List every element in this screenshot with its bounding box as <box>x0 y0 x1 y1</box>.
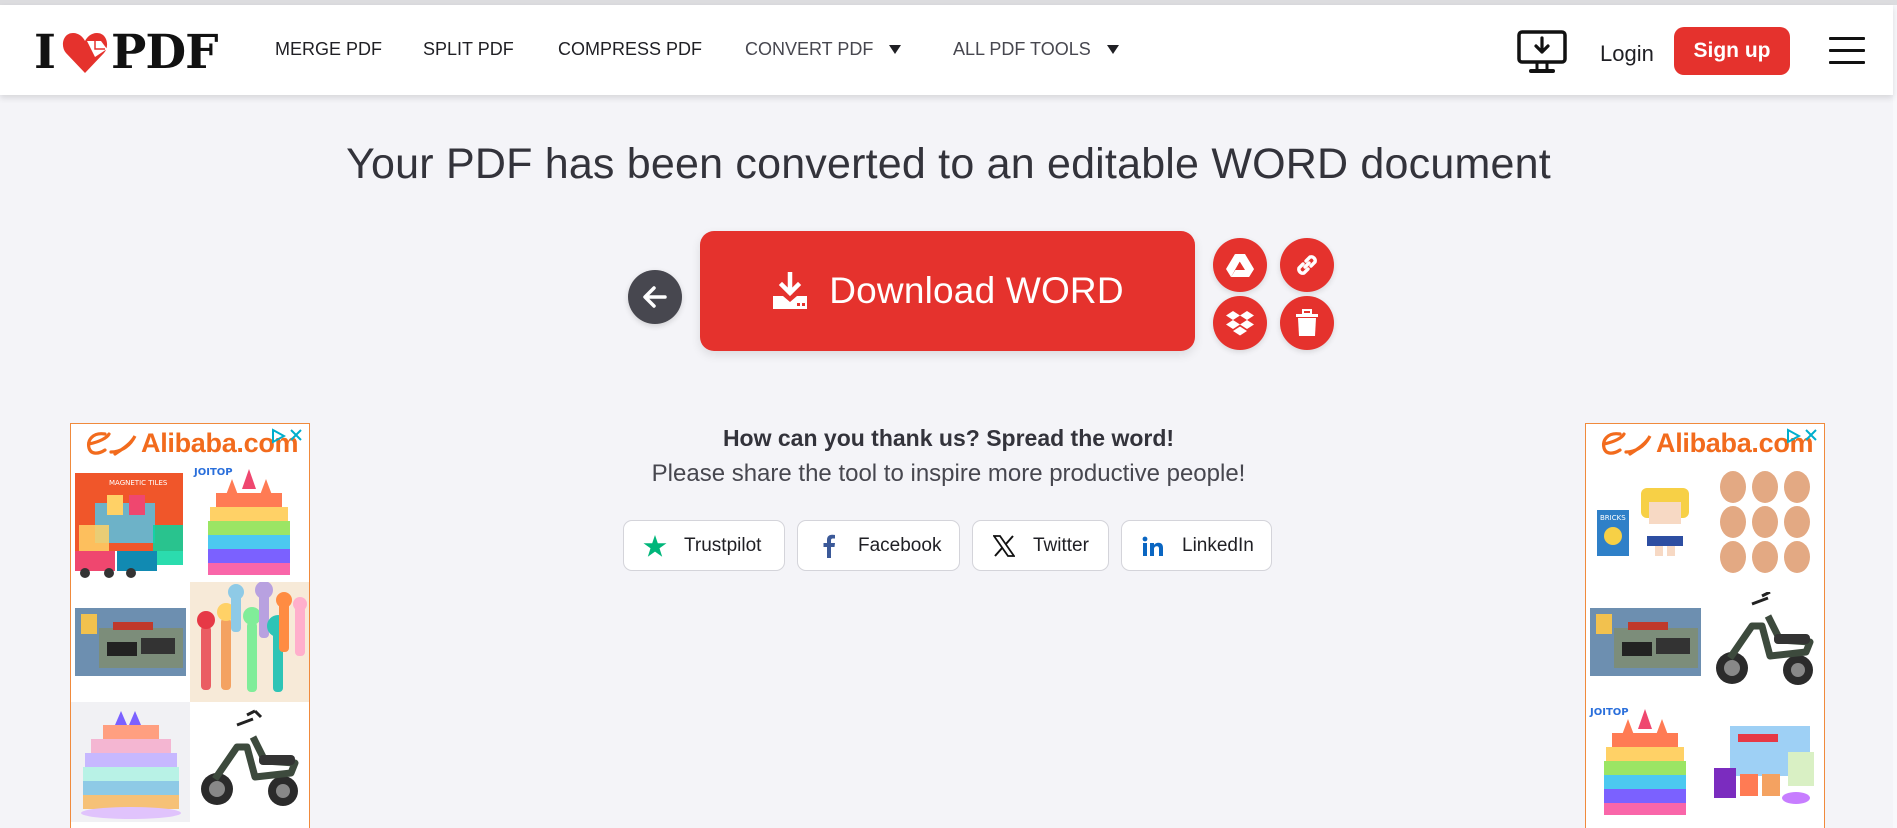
alibaba-logo-icon <box>87 432 137 456</box>
desktop-download-icon[interactable] <box>1517 30 1567 76</box>
joitop-label: JOITOP <box>193 467 233 478</box>
logo-text-i: I <box>34 24 56 80</box>
dropbox-icon <box>1226 311 1254 336</box>
nav-label: SPLIT PDF <box>423 39 514 59</box>
product-image <box>196 582 307 692</box>
adchoices-icon <box>1787 428 1801 444</box>
arrow-left-icon <box>643 286 667 308</box>
trash-icon <box>1296 309 1318 336</box>
product-image <box>1719 471 1810 573</box>
ad-product-magnetic-tiles[interactable]: MAGNETIC TILES <box>71 462 190 582</box>
ad-product-joitop-castle[interactable]: JOITOP <box>190 462 309 582</box>
advertisement-right[interactable]: Alibaba.com BRICKS JOITOP <box>1585 423 1825 828</box>
product-image <box>200 709 298 806</box>
product-image: BRICKS <box>1596 488 1689 556</box>
site-header: I PDF MERGE PDF SPLIT PDF COMPRESS PDF C… <box>0 5 1893 95</box>
heart-icon <box>62 33 108 73</box>
share-linkedin-button[interactable]: LinkedIn <box>1121 520 1272 571</box>
adchoices-icon <box>272 428 286 444</box>
share-twitter-button[interactable]: Twitter <box>972 520 1109 571</box>
caret-down-icon <box>889 45 902 54</box>
ad-product-police-blocks[interactable] <box>71 582 190 702</box>
product-image: MAGNETIC TILES <box>75 472 183 578</box>
share-label: Twitter <box>1033 534 1089 556</box>
ad-product-bricks-figure[interactable]: BRICKS <box>1586 462 1705 582</box>
ad-product-police-blocks[interactable] <box>1586 582 1705 702</box>
signup-button[interactable]: Sign up <box>1674 27 1790 75</box>
page-edge <box>1893 5 1897 828</box>
product-image: JOITOP <box>1589 707 1686 815</box>
nav-label: MERGE PDF <box>275 39 383 59</box>
ad-product-bubble-wands[interactable] <box>190 582 309 702</box>
save-to-google-drive-button[interactable] <box>1213 238 1267 292</box>
ad-choices[interactable] <box>270 428 303 444</box>
nav-compress-pdf[interactable]: COMPRESS PDF <box>558 39 702 60</box>
link-icon <box>1297 255 1317 275</box>
ad-choices[interactable] <box>1785 428 1818 444</box>
google-drive-icon <box>1226 254 1254 277</box>
nav-label: COMPRESS PDF <box>558 39 703 59</box>
page-title: Your PDF has been converted to an editab… <box>346 140 1551 188</box>
nav-convert-pdf[interactable]: CONVERT PDF <box>745 39 902 60</box>
product-image: JOITOP <box>193 467 290 575</box>
advertisement-left[interactable]: Alibaba.com MAGNETIC TILES JOITOP <box>70 423 310 828</box>
facebook-icon <box>823 534 835 558</box>
share-label: LinkedIn <box>1182 534 1254 556</box>
ad-product-magnetic-castle[interactable] <box>71 702 190 822</box>
bricks-label: BRICKS <box>1600 514 1626 522</box>
share-label: Trustpilot <box>684 534 762 556</box>
ad-product-magnetic-building-set[interactable] <box>1705 702 1824 822</box>
nav-label: ALL PDF TOOLS <box>953 39 1091 59</box>
x-twitter-icon <box>993 534 1015 557</box>
ad-product-electric-trike[interactable] <box>1705 582 1824 702</box>
share-facebook-button[interactable]: Facebook <box>797 520 960 571</box>
joitop-label: JOITOP <box>1589 707 1629 718</box>
nav-merge-pdf[interactable]: MERGE PDF <box>275 39 382 60</box>
hamburger-menu-icon[interactable] <box>1829 37 1865 67</box>
product-image <box>81 710 181 819</box>
nav-split-pdf[interactable]: SPLIT PDF <box>423 39 514 60</box>
linkedin-icon <box>1142 536 1163 556</box>
trustpilot-star-icon <box>643 534 667 557</box>
product-image <box>75 608 186 676</box>
download-label: Download WORD <box>829 270 1124 311</box>
ad-product-suture-pads[interactable] <box>1705 462 1824 582</box>
caret-down-icon <box>1106 45 1119 54</box>
ad-product-electric-trike[interactable] <box>190 702 309 822</box>
login-link[interactable]: Login <box>1600 41 1654 67</box>
ad-product-joitop-castle[interactable]: JOITOP <box>1586 702 1705 822</box>
download-word-button[interactable]: Download WORD <box>700 231 1195 351</box>
ilovepdf-logo[interactable]: I PDF <box>34 24 218 80</box>
download-icon <box>773 272 808 309</box>
product-image <box>1715 592 1813 685</box>
delete-button[interactable] <box>1280 296 1334 350</box>
back-button[interactable] <box>628 270 682 324</box>
nav-all-pdf-tools[interactable]: ALL PDF TOOLS <box>953 39 1119 60</box>
share-label: Facebook <box>858 534 942 556</box>
share-trustpilot-button[interactable]: Trustpilot <box>623 520 785 571</box>
product-image <box>1590 608 1701 676</box>
nav-label: CONVERT PDF <box>745 39 874 59</box>
logo-text-pdf: PDF <box>111 24 218 80</box>
copy-link-button[interactable] <box>1280 238 1334 292</box>
save-to-dropbox-button[interactable] <box>1213 296 1267 350</box>
product-image <box>1713 726 1814 804</box>
close-icon[interactable] <box>1804 428 1818 442</box>
svg-text:MAGNETIC TILES: MAGNETIC TILES <box>109 479 168 487</box>
close-icon[interactable] <box>289 428 303 442</box>
alibaba-logo-icon <box>1602 432 1652 456</box>
